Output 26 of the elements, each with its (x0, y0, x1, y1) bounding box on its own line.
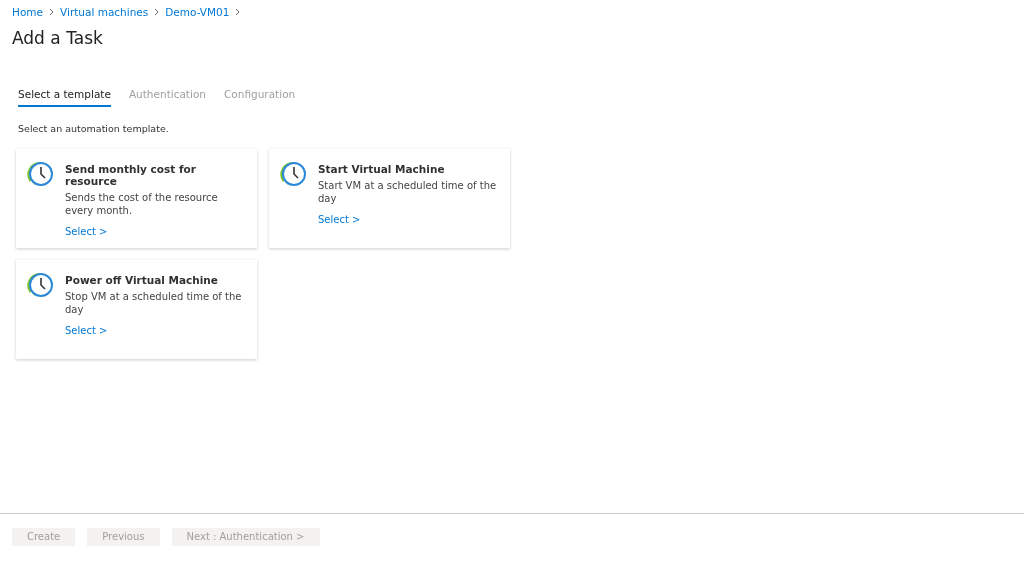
template-title: Send monthly cost for resource (65, 163, 197, 187)
clock-icon (27, 161, 54, 188)
breadcrumb-link[interactable]: Virtual machines (60, 6, 149, 18)
chevron-icon (49, 8, 54, 16)
template-description: Start VM at a scheduled time of the day (318, 179, 498, 205)
tab[interactable]: Select a template (18, 88, 111, 107)
breadcrumb-link[interactable]: Home (12, 6, 43, 18)
template-title: Start Virtual Machine (318, 163, 446, 175)
select-link[interactable]: Select > (318, 214, 361, 225)
select-link[interactable]: Select > (65, 325, 108, 336)
template-description: Sends the cost of the resource every month. (65, 191, 219, 217)
template-title: Power off Virtual Machine (65, 274, 219, 286)
template-card[interactable]: Send monthly cost for resource Sends the cost of the resource every month. Select > (16, 149, 257, 248)
tab[interactable]: Authentication (128, 88, 206, 107)
clock-icon (280, 161, 307, 188)
breadcrumb-link[interactable]: Demo-VM01 (165, 6, 230, 18)
template-card[interactable]: Start Virtual Machine Start VM at a scheduled time of the day Select > (269, 149, 510, 248)
instruction-text: Select an automation template. (18, 123, 170, 134)
chevron-icon (154, 8, 160, 16)
template-description: Stop VM at a scheduled time of the day (65, 290, 243, 316)
select-link[interactable]: Select > (65, 226, 108, 237)
template-card[interactable]: Power off Virtual Machine Stop VM at a scheduled time of the day Select > (16, 260, 257, 359)
clock-icon (27, 272, 54, 299)
chevron-icon (235, 8, 241, 16)
page-title: Add a Task (12, 28, 104, 48)
tab[interactable]: Configuration (224, 88, 296, 107)
